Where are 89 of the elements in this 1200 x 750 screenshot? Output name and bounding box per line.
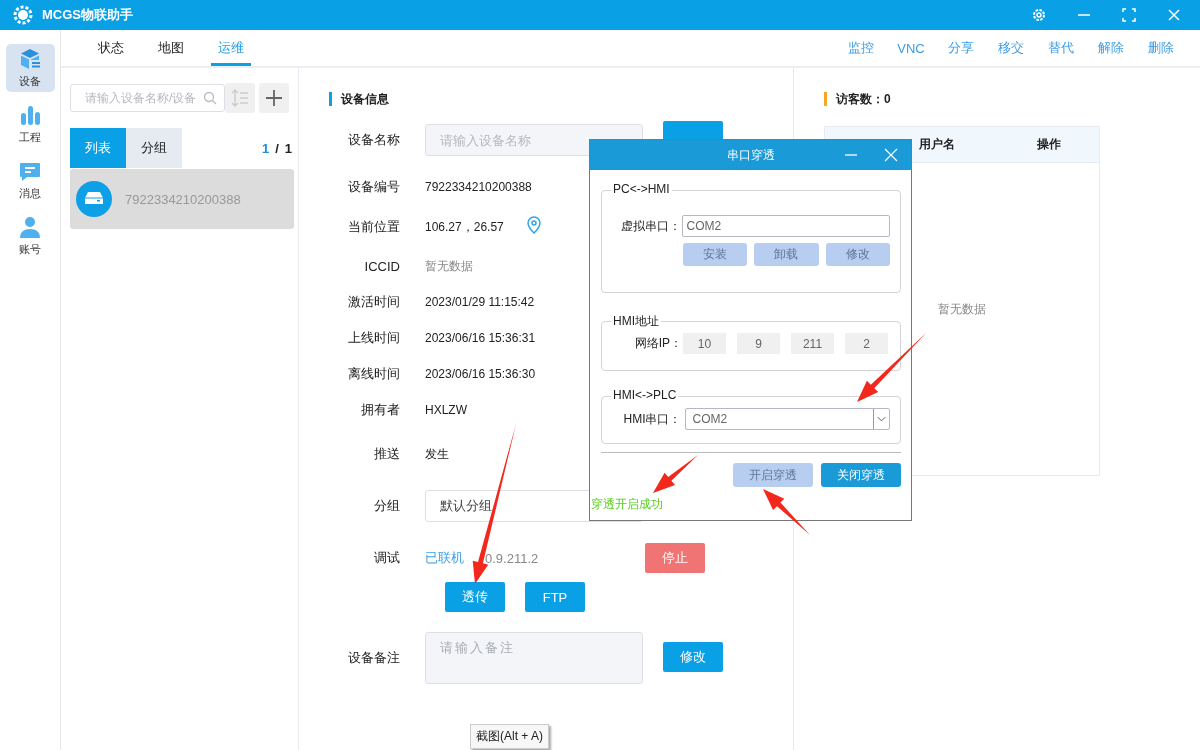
ip-address: 0.9.211.2 — [485, 550, 540, 566]
field-label: 上线时间 — [347, 329, 400, 347]
window-title: MCGS物联助手 — [42, 6, 133, 24]
field-label: 设备备注 — [347, 649, 400, 667]
field-label: HMI串口： — [622, 410, 682, 428]
page-number: 1 — [261, 140, 270, 156]
page-total: 1 — [284, 140, 292, 156]
ip-octet-field[interactable]: 2 — [845, 333, 888, 354]
add-button[interactable] — [259, 83, 289, 113]
nav-item[interactable]: 工程 — [5, 100, 55, 148]
device-item[interactable]: 7922334210200388 — [70, 169, 294, 229]
nav-item[interactable]: 消息 — [5, 156, 55, 204]
person-icon — [18, 215, 42, 239]
field-value: 2023/06/16 15:36:31 — [425, 331, 536, 345]
cube-icon — [18, 47, 42, 71]
sort-icon — [230, 88, 250, 108]
action-link[interactable]: 删除 — [1142, 39, 1180, 57]
column-header: 用户名 — [919, 136, 956, 153]
field-label: 调试 — [373, 549, 400, 567]
group-legend: PC<->HMI — [611, 182, 672, 196]
bar-chart-icon — [18, 103, 42, 127]
column-header: 操作 — [1036, 136, 1062, 153]
chevron-down-icon — [873, 409, 889, 429]
annotation-arrow — [763, 489, 810, 535]
maximize-icon — [1121, 8, 1136, 22]
field-label: 分组 — [373, 497, 400, 515]
action-link[interactable]: 替代 — [1042, 39, 1080, 57]
section-marker — [329, 92, 332, 106]
search-field[interactable]: 请输入设备名称/设备 — [70, 84, 225, 112]
section-marker — [824, 92, 827, 106]
action-link[interactable]: 监控 — [842, 39, 880, 57]
ip-octet-field[interactable]: 10 — [683, 333, 726, 354]
port-select[interactable]: COM2 — [685, 408, 890, 430]
group-legend: HMI<->PLC — [611, 388, 679, 402]
field-value: 2023/06/16 15:36:30 — [425, 367, 536, 381]
field-value: 发生 — [425, 445, 449, 463]
page-separator: / — [275, 140, 279, 156]
field-label: 拥有者 — [360, 401, 400, 419]
nav-item[interactable]: 设备 — [5, 44, 55, 92]
group-legend: HMI地址 — [611, 313, 661, 330]
dialog-button[interactable]: 关闭穿透 — [821, 463, 901, 487]
field-label: 虚拟串口： — [620, 217, 682, 235]
empty-message: 暂无数据 — [938, 300, 986, 318]
field-label: ICCID — [363, 258, 400, 274]
close-icon — [884, 148, 898, 162]
section-title: 设备信息 — [341, 90, 389, 108]
action-button[interactable]: 透传 — [445, 582, 505, 612]
nav-item[interactable]: 账号 — [5, 212, 55, 260]
drive-icon — [76, 181, 112, 217]
ip-octet-field[interactable]: 9 — [737, 333, 780, 354]
port-field[interactable]: COM2 — [682, 215, 890, 237]
connected-link[interactable]: 已联机 — [425, 549, 464, 567]
location-pin-icon — [525, 215, 542, 234]
dialog-title: 串口穿透 — [726, 146, 775, 164]
tab[interactable]: 地图 — [151, 30, 191, 66]
plus-icon — [264, 88, 284, 108]
stop-button[interactable]: 停止 — [645, 543, 705, 573]
action-link[interactable]: 分享 — [942, 39, 980, 57]
tab[interactable]: 运维 — [211, 30, 251, 66]
annotation-arrow — [857, 333, 926, 402]
action-link[interactable]: 移交 — [992, 39, 1030, 57]
segment-tab[interactable]: 列表 — [70, 128, 126, 168]
remark-field[interactable]: 请输入备注 — [425, 632, 643, 684]
gear-logo-icon — [12, 4, 34, 26]
ip-octet-field[interactable]: 211 — [791, 333, 834, 354]
screenshot-tooltip: 截图(Alt + A) — [470, 724, 549, 749]
edit-button[interactable]: 修改 — [663, 642, 723, 672]
field-value: 7922334210200388 — [425, 180, 532, 194]
field-label: 当前位置 — [347, 218, 400, 236]
action-button[interactable]: FTP — [525, 582, 585, 612]
close-icon — [1166, 8, 1181, 22]
field-label: 设备编号 — [347, 178, 400, 196]
field-label: 激活时间 — [347, 293, 400, 311]
settings-icon — [1031, 8, 1046, 22]
field-value: 2023/01/29 11:15:42 — [425, 295, 535, 309]
field-label: 设备名称 — [347, 131, 400, 149]
action-link[interactable]: VNC — [892, 40, 930, 56]
device-id: 7922334210200388 — [125, 191, 241, 207]
field-value: 106.27，26.57 — [425, 218, 504, 236]
close-button[interactable] — [884, 148, 898, 162]
field-value: 暂无数据 — [425, 257, 473, 275]
field-value: HXLZW — [425, 403, 467, 417]
tab[interactable]: 状态 — [91, 30, 131, 66]
section-title: 访客数：0 — [836, 90, 891, 108]
segment-tab[interactable]: 分组 — [126, 128, 182, 168]
action-link[interactable]: 解除 — [1092, 39, 1130, 57]
field-label: 网络IP： — [633, 335, 682, 352]
field-label: 离线时间 — [347, 365, 400, 383]
field-label: 推送 — [373, 445, 400, 463]
